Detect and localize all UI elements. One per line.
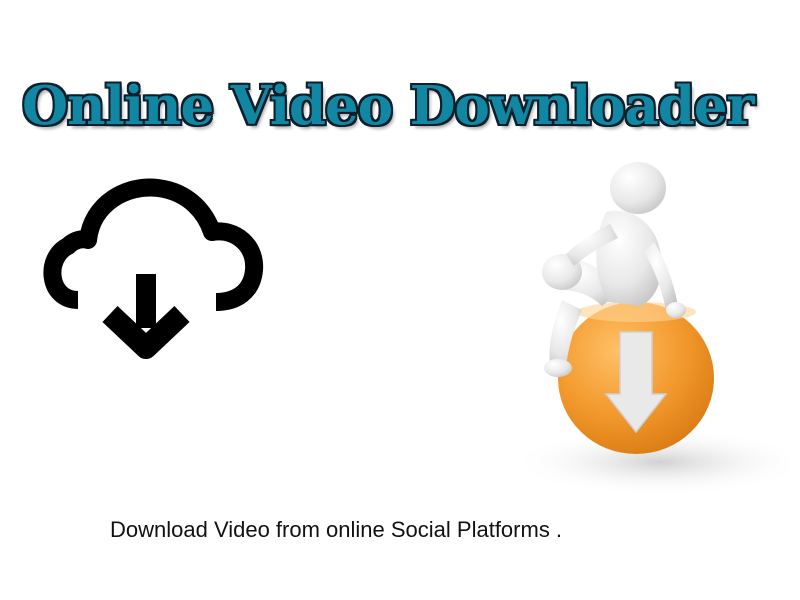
mascot-figure-on-download-ball bbox=[510, 162, 790, 496]
page-title: Online Video Downloader bbox=[22, 75, 755, 137]
cloud-download-icon bbox=[43, 178, 264, 359]
tagline: Download Video from online Social Platfo… bbox=[110, 517, 563, 542]
page: Online Video Downloader Download Video f… bbox=[0, 0, 800, 600]
